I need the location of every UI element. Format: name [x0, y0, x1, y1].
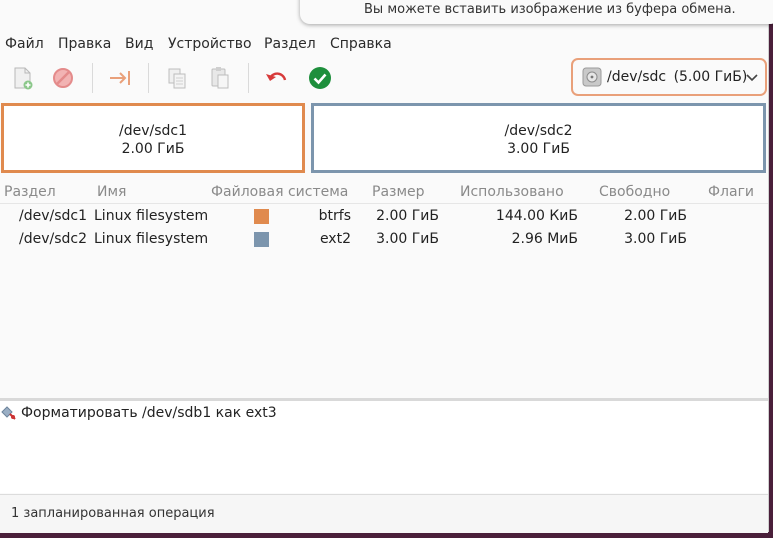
cell-name: Linux filesystem: [94, 231, 209, 247]
pending-operations-list: Форматировать /dev/sdb1 как ext3: [0, 401, 768, 493]
resize-move-icon: [110, 71, 130, 85]
menu-device[interactable]: Устройство: [168, 36, 252, 52]
filesystem-color-swatch: [254, 209, 269, 224]
statusbar: 1 запланированная операция: [0, 494, 768, 533]
cell-filesystem: ext2: [319, 231, 351, 247]
cell-size: 3.00 ГиБ: [376, 231, 439, 247]
table-row[interactable]: /dev/sdc1 Linux filesystem btrfs 2.00 Ги…: [0, 205, 768, 228]
menubar: Файл Правка Вид Устройство Раздел Справк…: [0, 34, 768, 56]
undo-button[interactable]: [260, 61, 294, 95]
toolbar: /dev/sdc (5.00 ГиБ): [0, 57, 768, 100]
column-free[interactable]: Свободно: [599, 184, 670, 200]
menu-view[interactable]: Вид: [125, 36, 153, 52]
copy-button[interactable]: [160, 61, 194, 95]
menu-help[interactable]: Справка: [330, 36, 392, 52]
column-size[interactable]: Размер: [372, 184, 425, 200]
chevron-down-icon: [746, 74, 758, 82]
cell-partition: /dev/sdc2: [19, 231, 88, 247]
status-text: 1 запланированная операция: [11, 506, 215, 521]
new-partition-button[interactable]: [5, 61, 39, 95]
harddisk-icon: [582, 67, 602, 87]
partition-block-name: /dev/sdc1: [118, 123, 187, 139]
menu-partition[interactable]: Раздел: [264, 36, 316, 52]
cell-size: 2.00 ГиБ: [376, 208, 439, 224]
apply-icon: [309, 67, 331, 89]
cell-used: 2.96 МиБ: [511, 231, 578, 247]
partition-block-sdc1[interactable]: /dev/sdc1 2.00 ГиБ: [1, 103, 305, 173]
paste-icon: [211, 67, 229, 89]
menu-file[interactable]: Файл: [5, 36, 44, 52]
operation-item[interactable]: Форматировать /dev/sdb1 как ext3: [0, 404, 768, 424]
undo-icon: [266, 72, 287, 81]
device-selector[interactable]: /dev/sdc (5.00 ГиБ): [571, 58, 767, 96]
device-label: /dev/sdc: [607, 69, 667, 85]
table-row[interactable]: /dev/sdc2 Linux filesystem ext2 3.00 ГиБ…: [0, 228, 768, 251]
delete-button[interactable]: [46, 61, 80, 95]
notification-text: Вы можете вставить изображение из буфера…: [364, 2, 736, 17]
resize-move-button[interactable]: [103, 61, 137, 95]
delete-icon: [53, 68, 73, 88]
cell-name: Linux filesystem: [94, 208, 209, 224]
menu-edit[interactable]: Правка: [58, 36, 111, 52]
partition-block-size: 3.00 ГиБ: [507, 141, 570, 157]
format-operation-icon: [1, 406, 16, 420]
device-size: (5.00 ГиБ): [673, 69, 748, 85]
paste-button[interactable]: [203, 61, 237, 95]
filesystem-color-swatch: [254, 232, 269, 247]
apply-button[interactable]: [303, 61, 337, 95]
cell-used: 144.00 КиБ: [495, 208, 578, 224]
column-used[interactable]: Использовано: [460, 184, 564, 200]
partition-block-sdc2[interactable]: /dev/sdc2 3.00 ГиБ: [311, 103, 766, 173]
gparted-window: Файл Правка Вид Устройство Раздел Справк…: [0, 0, 769, 533]
cell-free: 3.00 ГиБ: [624, 231, 687, 247]
column-filesystem[interactable]: Файловая система: [211, 184, 348, 200]
partition-block-size: 2.00 ГиБ: [121, 141, 185, 157]
operation-text: Форматировать /dev/sdb1 как ext3: [21, 405, 277, 421]
column-name[interactable]: Имя: [97, 184, 126, 200]
table-header: Раздел Имя Файловая система Размер Испол…: [0, 182, 768, 204]
notification-toast[interactable]: Вы можете вставить изображение из буфера…: [300, 0, 773, 24]
copy-icon: [168, 68, 186, 89]
cell-filesystem: btrfs: [318, 208, 351, 224]
new-partition-icon: [14, 67, 33, 90]
partition-block-name: /dev/sdc2: [504, 123, 573, 139]
column-partition[interactable]: Раздел: [4, 184, 56, 200]
cell-free: 2.00 ГиБ: [624, 208, 687, 224]
cell-partition: /dev/sdc1: [19, 208, 88, 224]
column-flags[interactable]: Флаги: [708, 184, 754, 200]
